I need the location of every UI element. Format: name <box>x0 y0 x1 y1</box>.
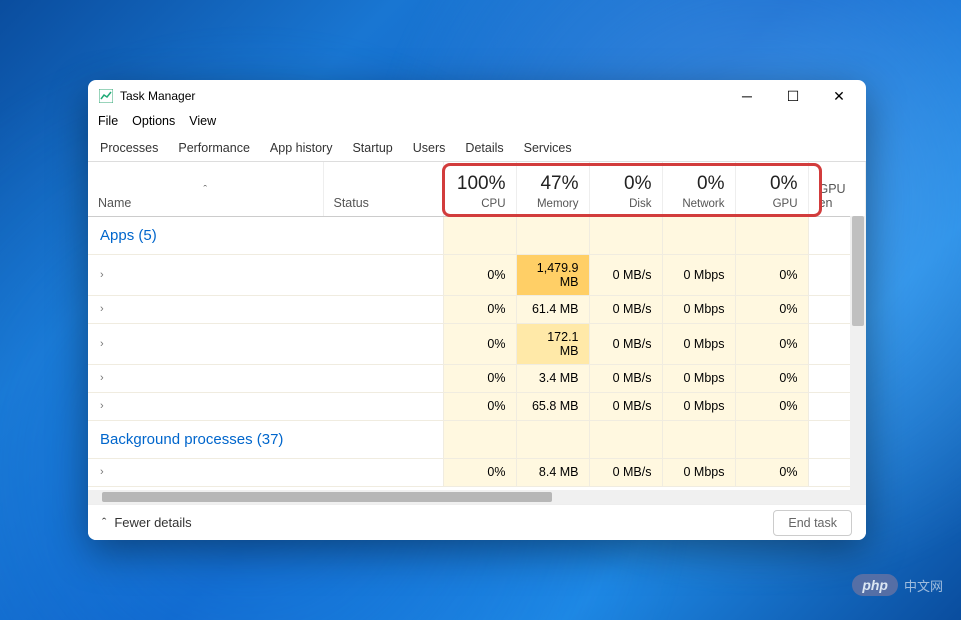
cell-network: 0 Mbps <box>662 364 735 392</box>
cell-network: 0 Mbps <box>662 458 735 486</box>
chevron-right-icon[interactable]: › <box>100 269 104 281</box>
cell-network: 0 Mbps <box>662 254 735 295</box>
cell-cpu: 0% <box>443 323 516 364</box>
menu-options[interactable]: Options <box>132 114 175 128</box>
col-status[interactable]: Status <box>323 162 443 216</box>
cell-disk: 0 MB/s <box>589 392 662 420</box>
process-table: ˆ Name Status 100% CPU 47% Memory <box>88 162 866 487</box>
cell-cpu: 0% <box>443 364 516 392</box>
task-manager-window: Task Manager ─ ☐ ✕ File Options View Pro… <box>88 80 866 540</box>
window-controls: ─ ☐ ✕ <box>724 80 862 112</box>
cell-cpu: 0% <box>443 392 516 420</box>
group-label: Background processes (37) <box>88 420 323 458</box>
content-area: ˆ Name Status 100% CPU 47% Memory <box>88 162 866 490</box>
cell-memory: 3.4 MB <box>516 364 589 392</box>
fewer-details-toggle[interactable]: ˆ Fewer details <box>102 515 192 530</box>
app-icon <box>98 88 114 104</box>
col-network[interactable]: 0% Network <box>662 162 735 216</box>
cell-gpu: 0% <box>735 323 808 364</box>
end-task-button[interactable]: End task <box>773 510 852 536</box>
menubar: File Options View <box>88 112 866 134</box>
cell-cpu: 0% <box>443 458 516 486</box>
chevron-right-icon[interactable]: › <box>100 372 104 384</box>
fewer-details-label: Fewer details <box>114 515 191 530</box>
chevron-right-icon[interactable]: › <box>100 338 104 350</box>
tab-bar: Processes Performance App history Startu… <box>88 134 866 162</box>
col-disk[interactable]: 0% Disk <box>589 162 662 216</box>
cell-cpu: 0% <box>443 295 516 323</box>
tab-users[interactable]: Users <box>409 138 450 161</box>
close-button[interactable]: ✕ <box>816 80 862 112</box>
chevron-right-icon[interactable]: › <box>100 466 104 478</box>
group-row[interactable]: Background processes (37) <box>88 420 866 458</box>
group-row[interactable]: Apps (5) <box>88 216 866 254</box>
table-row[interactable]: ›0%172.1 MB0 MB/s0 Mbps0% <box>88 323 866 364</box>
tab-details[interactable]: Details <box>461 138 507 161</box>
cell-memory: 65.8 MB <box>516 392 589 420</box>
chevron-right-icon[interactable]: › <box>100 400 104 412</box>
col-memory[interactable]: 47% Memory <box>516 162 589 216</box>
cell-gpu: 0% <box>735 458 808 486</box>
cell-memory: 1,479.9 MB <box>516 254 589 295</box>
col-name[interactable]: ˆ Name <box>88 162 323 216</box>
col-gpu-engine[interactable]: GPU en <box>808 162 866 216</box>
watermark: php 中文网 <box>852 574 943 596</box>
tab-app-history[interactable]: App history <box>266 138 337 161</box>
menu-file[interactable]: File <box>98 114 118 128</box>
group-label: Apps (5) <box>88 216 323 254</box>
sort-arrow-icon: ˆ <box>98 184 313 196</box>
titlebar[interactable]: Task Manager ─ ☐ ✕ <box>88 80 866 112</box>
table-row[interactable]: ›0%61.4 MB0 MB/s0 Mbps0% <box>88 295 866 323</box>
status-strip: ˆ Fewer details End task <box>88 504 866 540</box>
tab-services[interactable]: Services <box>520 138 576 161</box>
table-row[interactable]: ›0%1,479.9 MB0 MB/s0 Mbps0% <box>88 254 866 295</box>
table-row[interactable]: ›0%65.8 MB0 MB/s0 Mbps0% <box>88 392 866 420</box>
watermark-text: 中文网 <box>904 576 943 595</box>
cell-network: 0 Mbps <box>662 323 735 364</box>
chevron-right-icon[interactable]: › <box>100 303 104 315</box>
cell-disk: 0 MB/s <box>589 458 662 486</box>
cell-network: 0 Mbps <box>662 295 735 323</box>
horizontal-scrollbar[interactable] <box>88 490 866 504</box>
minimize-button[interactable]: ─ <box>724 80 770 112</box>
cell-gpu: 0% <box>735 254 808 295</box>
tab-startup[interactable]: Startup <box>348 138 396 161</box>
tab-processes[interactable]: Processes <box>96 138 162 161</box>
maximize-button[interactable]: ☐ <box>770 80 816 112</box>
vertical-scrollbar[interactable] <box>850 216 866 490</box>
cell-cpu: 0% <box>443 254 516 295</box>
cell-gpu: 0% <box>735 392 808 420</box>
cell-gpu: 0% <box>735 364 808 392</box>
chevron-up-icon: ˆ <box>102 515 106 530</box>
cell-memory: 8.4 MB <box>516 458 589 486</box>
cell-network: 0 Mbps <box>662 392 735 420</box>
cell-memory: 61.4 MB <box>516 295 589 323</box>
cell-disk: 0 MB/s <box>589 364 662 392</box>
menu-view[interactable]: View <box>189 114 216 128</box>
table-row[interactable]: ›0%3.4 MB0 MB/s0 Mbps0% <box>88 364 866 392</box>
cell-gpu: 0% <box>735 295 808 323</box>
cell-disk: 0 MB/s <box>589 254 662 295</box>
table-row[interactable]: ›0%8.4 MB0 MB/s0 Mbps0% <box>88 458 866 486</box>
horizontal-scroll-thumb[interactable] <box>102 492 552 502</box>
window-title: Task Manager <box>120 89 724 103</box>
col-cpu[interactable]: 100% CPU <box>443 162 516 216</box>
vertical-scroll-thumb[interactable] <box>852 216 864 326</box>
tab-performance[interactable]: Performance <box>174 138 254 161</box>
watermark-badge: php <box>852 574 898 596</box>
col-gpu[interactable]: 0% GPU <box>735 162 808 216</box>
cell-memory: 172.1 MB <box>516 323 589 364</box>
table-wrap[interactable]: ˆ Name Status 100% CPU 47% Memory <box>88 162 866 490</box>
cell-disk: 0 MB/s <box>589 295 662 323</box>
cell-disk: 0 MB/s <box>589 323 662 364</box>
